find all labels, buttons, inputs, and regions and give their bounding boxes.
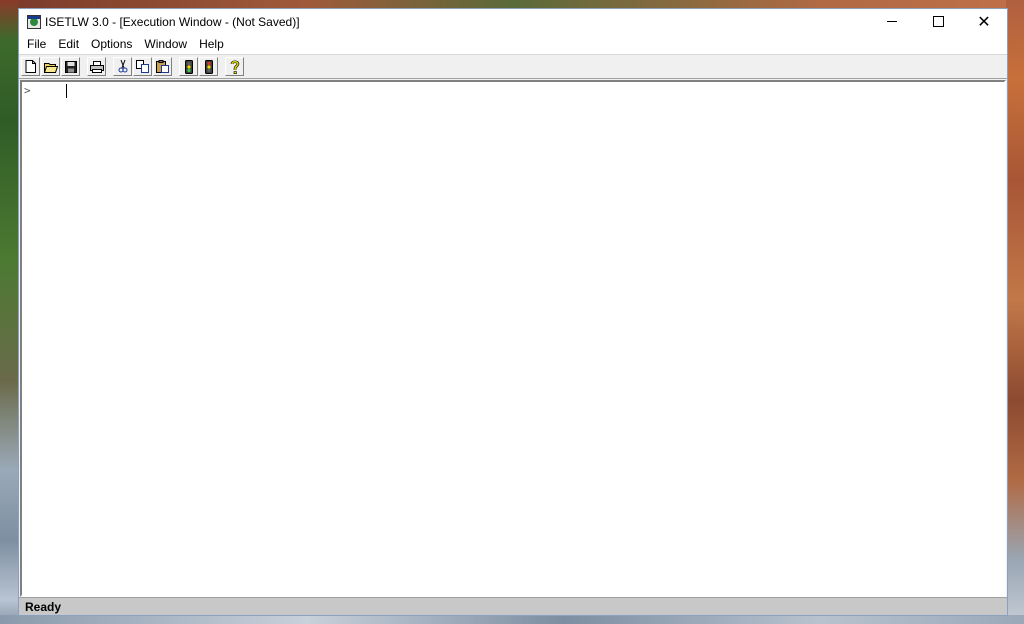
cut-button[interactable] xyxy=(113,57,132,76)
command-prompt: > xyxy=(24,84,31,97)
new-file-icon xyxy=(25,60,36,73)
maximize-icon xyxy=(932,16,944,27)
stop-icon xyxy=(204,59,213,74)
text-cursor xyxy=(66,84,67,98)
menu-options[interactable]: Options xyxy=(85,37,138,51)
close-icon: ✕ xyxy=(977,11,991,31)
maximize-button[interactable] xyxy=(915,9,961,34)
app-window: ISETLW 3.0 - [Execution Window - (Not Sa… xyxy=(18,8,1008,616)
execution-text-area[interactable]: > xyxy=(20,80,1006,597)
print-button[interactable] xyxy=(87,57,106,76)
desktop-background-left xyxy=(0,0,19,624)
help-button[interactable] xyxy=(225,57,244,76)
caption-buttons: ✕ xyxy=(869,9,1007,34)
app-icon[interactable] xyxy=(27,14,41,29)
toolbar xyxy=(19,54,1007,79)
menu-edit[interactable]: Edit xyxy=(52,37,85,51)
menu-help[interactable]: Help xyxy=(193,37,230,51)
save-button[interactable] xyxy=(61,57,80,76)
title-bar[interactable]: ISETLW 3.0 - [Execution Window - (Not Sa… xyxy=(19,9,1007,34)
save-icon xyxy=(64,60,77,73)
run-button[interactable] xyxy=(179,57,198,76)
print-icon xyxy=(89,60,104,73)
open-folder-icon xyxy=(43,62,58,73)
status-text: Ready xyxy=(25,599,62,614)
window-title: ISETLW 3.0 - [Execution Window - (Not Sa… xyxy=(45,14,300,29)
menu-bar: File Edit Options Window Help xyxy=(19,34,1007,54)
stop-button[interactable] xyxy=(199,57,218,76)
paste-button[interactable] xyxy=(153,57,172,76)
new-button[interactable] xyxy=(21,57,40,76)
minimize-icon xyxy=(887,21,897,22)
close-button[interactable]: ✕ xyxy=(961,9,1007,34)
copy-button[interactable] xyxy=(133,57,152,76)
desktop-background-right xyxy=(1006,0,1024,624)
desktop-background-top xyxy=(0,0,1024,8)
desktop-background-bottom xyxy=(0,615,1024,624)
menu-file[interactable]: File xyxy=(21,37,52,51)
open-button[interactable] xyxy=(41,57,60,76)
cut-icon xyxy=(118,60,127,73)
minimize-button[interactable] xyxy=(869,9,915,34)
help-icon xyxy=(230,59,239,74)
menu-window[interactable]: Window xyxy=(138,37,193,51)
run-icon xyxy=(184,59,193,74)
status-bar: Ready xyxy=(19,597,1007,615)
copy-icon xyxy=(136,60,149,73)
paste-icon xyxy=(156,60,169,73)
